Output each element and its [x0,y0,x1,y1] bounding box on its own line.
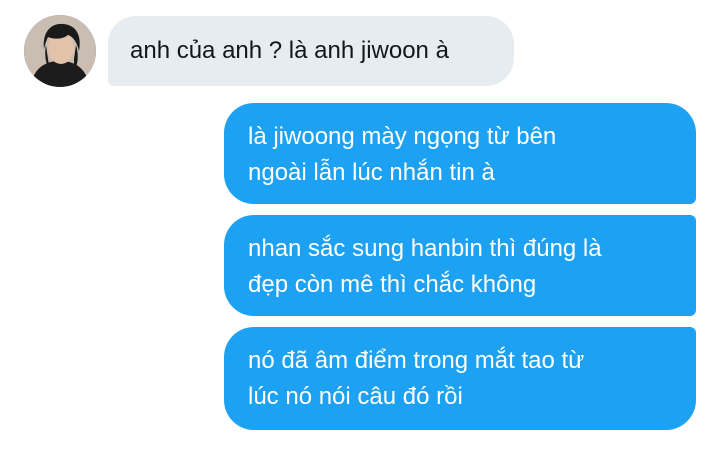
profile-photo-icon [24,15,96,87]
message-text-line: nó đã âm điểm trong mắt tao từ [248,347,585,374]
message-text-line: là jiwoong mày ngọng từ bên [248,123,557,150]
contact-avatar[interactable] [24,15,96,87]
message-text-line: nhan sắc sung hanbin thì đúng là [248,235,602,262]
outgoing-message-bubble[interactable]: là jiwoong mày ngọng từ bên ngoài lẫn lú… [224,103,696,204]
message-text: anh của anh ? là anh jiwoon à [130,37,449,64]
message-text-line: đẹp còn mê thì chắc không [248,271,537,298]
message-text-line: lúc nó nói câu đó rồi [248,383,463,410]
outgoing-message-bubble[interactable]: nhan sắc sung hanbin thì đúng là đẹp còn… [224,215,696,316]
outgoing-message-bubble[interactable]: nó đã âm điểm trong mắt tao từ lúc nó nó… [224,327,696,430]
message-text-line: ngoài lẫn lúc nhắn tin à [248,159,495,186]
incoming-message-bubble[interactable]: anh của anh ? là anh jiwoon à [108,16,514,86]
